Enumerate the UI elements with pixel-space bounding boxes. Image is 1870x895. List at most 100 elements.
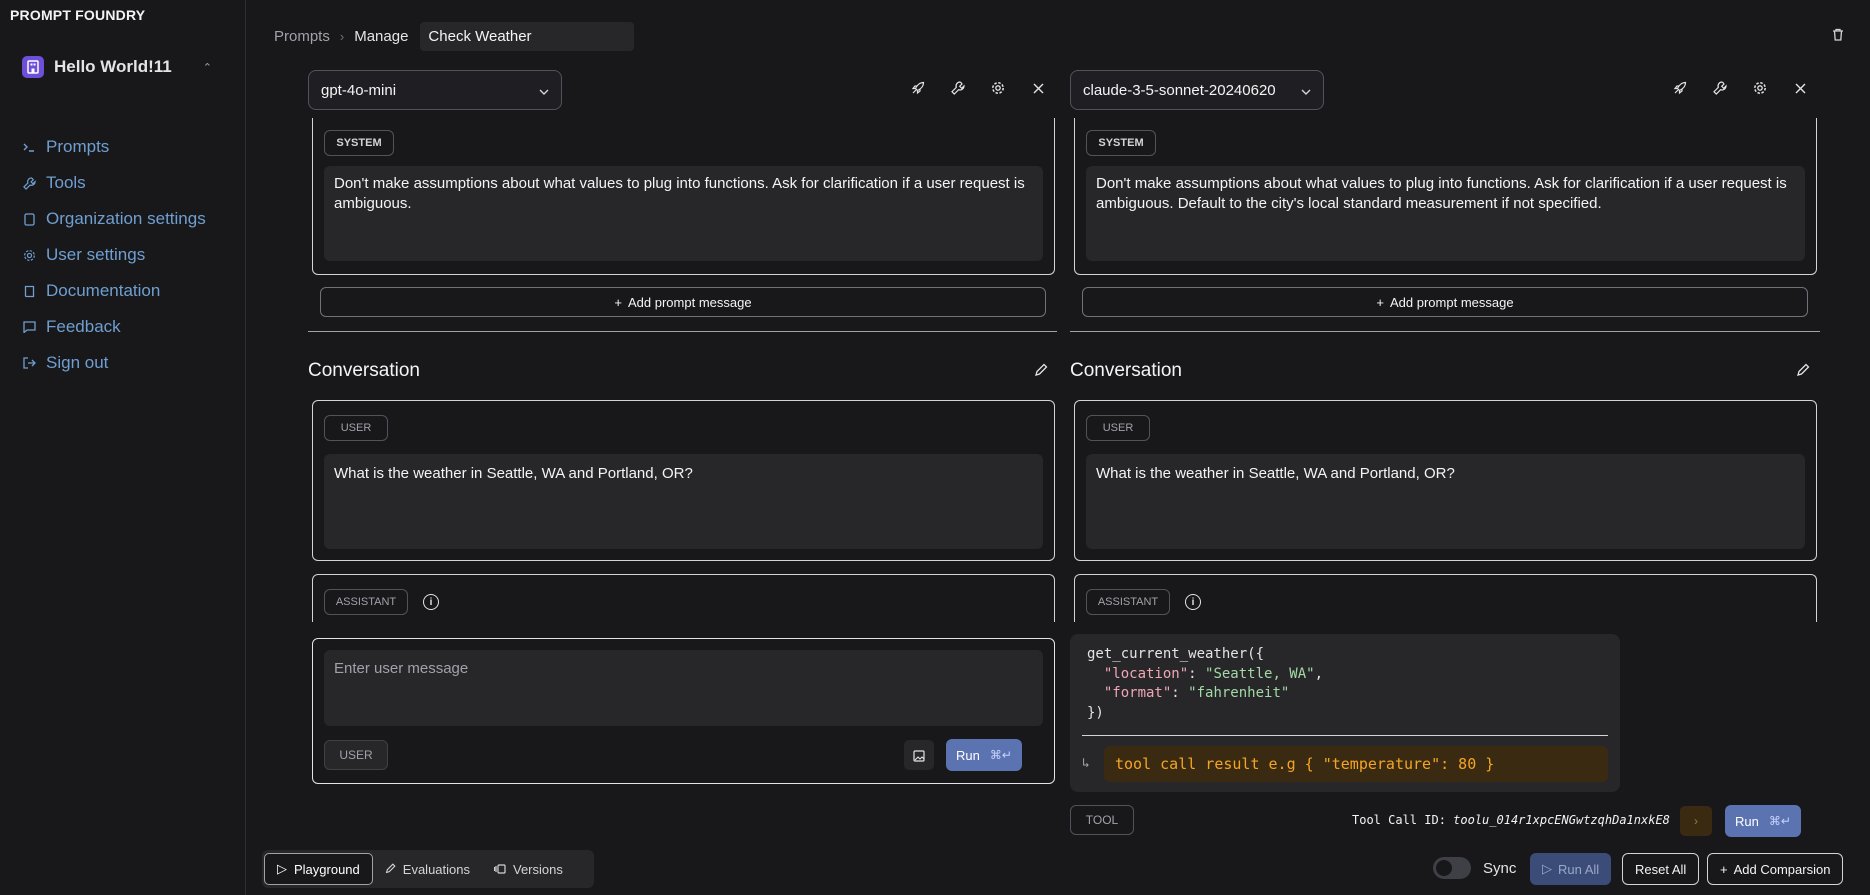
tab-versions[interactable]: Versions bbox=[482, 853, 575, 885]
arg-key: "location" bbox=[1103, 665, 1189, 682]
play-icon: ▷ bbox=[277, 861, 287, 876]
tool-call-id-value: toolu_014r1xpcENGwtzqhDa1nxkE8 bbox=[1453, 813, 1670, 827]
arg-value: "fahrenheit" bbox=[1188, 685, 1290, 701]
run-shortcut: ⌘↵ bbox=[1768, 814, 1791, 828]
toggle-switch[interactable] bbox=[1433, 857, 1471, 879]
sidebar-item-sign-out[interactable]: Sign out bbox=[22, 345, 206, 381]
conversation-title: Conversation bbox=[1070, 360, 1182, 381]
user-message-textarea[interactable]: What is the weather in Seattle, WA and P… bbox=[324, 454, 1043, 549]
run-button-right[interactable]: Run ⌘↵ bbox=[1725, 805, 1801, 837]
sidebar-item-label: Sign out bbox=[46, 353, 109, 372]
composer-role-user[interactable]: USER bbox=[324, 740, 388, 770]
close-icon[interactable] bbox=[1791, 78, 1809, 98]
plus-icon: + bbox=[1720, 861, 1728, 877]
role-badge-assistant[interactable]: ASSISTANT bbox=[1086, 589, 1170, 615]
sync-toggle[interactable]: Sync bbox=[1433, 857, 1516, 879]
tab-label: Playground bbox=[294, 861, 360, 877]
system-message-card-left: SYSTEM Don't make assumptions about what… bbox=[312, 118, 1055, 275]
role-badge-user[interactable]: USER bbox=[324, 415, 388, 441]
sidebar-item-organization-settings[interactable]: Organization settings bbox=[22, 201, 206, 237]
chevron-down-icon bbox=[539, 82, 549, 99]
role-badge-assistant[interactable]: ASSISTANT bbox=[324, 589, 408, 615]
model-select-right[interactable]: claude-3-5-sonnet-20240620 bbox=[1070, 70, 1324, 110]
user-message-card-right: USER What is the weather in Seattle, WA … bbox=[1074, 400, 1817, 561]
tab-label: Versions bbox=[513, 861, 563, 877]
image-upload-icon[interactable] bbox=[904, 740, 934, 770]
role-badge-user[interactable]: USER bbox=[1086, 415, 1150, 441]
sign-out-icon bbox=[22, 357, 36, 369]
run-all-button[interactable]: ▷ Run All bbox=[1530, 853, 1612, 885]
tab-playground[interactable]: ▷ Playground bbox=[264, 853, 373, 885]
assistant-message-card-right: ASSISTANT i bbox=[1074, 574, 1817, 622]
add-prompt-message-button[interactable]: + Add prompt message bbox=[320, 287, 1046, 317]
user-message-input[interactable]: Enter user message bbox=[324, 650, 1043, 726]
tool-result-input[interactable]: tool call result e.g { "temperature": 80… bbox=[1104, 746, 1608, 782]
pencil-icon[interactable] bbox=[1796, 363, 1810, 381]
tab-evaluations[interactable]: Evaluations bbox=[373, 853, 482, 885]
add-comparison-label: Add Comparsion bbox=[1733, 861, 1831, 877]
new-message-composer: Enter user message USER Run ⌘↵ bbox=[312, 638, 1055, 784]
wrench-icon[interactable] bbox=[1711, 78, 1729, 98]
message-icon bbox=[22, 321, 36, 333]
sidebar-item-feedback[interactable]: Feedback bbox=[22, 309, 206, 345]
arg-value: "Seattle, WA" bbox=[1205, 665, 1315, 682]
gear-icon[interactable] bbox=[1751, 78, 1769, 98]
reset-all-label: Reset All bbox=[1635, 861, 1687, 877]
breadcrumb-prompts-link[interactable]: Prompts bbox=[274, 28, 330, 45]
divider bbox=[1070, 331, 1820, 332]
tool-call-block: get_current_weather({ "location": "Seatt… bbox=[1070, 634, 1620, 792]
info-icon[interactable]: i bbox=[1185, 594, 1201, 610]
tool-call-id: Tool Call ID: toolu_014r1xpcENGwtzqhDa1n… bbox=[1352, 813, 1670, 827]
system-message-card-right: SYSTEM Don't make assumptions about what… bbox=[1074, 118, 1817, 275]
divider bbox=[308, 331, 1057, 332]
sidebar-item-label: Tools bbox=[46, 173, 86, 192]
close-icon[interactable] bbox=[1029, 78, 1047, 98]
sidebar-item-prompts[interactable]: Prompts bbox=[22, 129, 206, 165]
wrench-icon[interactable] bbox=[949, 78, 967, 98]
chevron-right-icon[interactable]: › bbox=[1680, 806, 1712, 836]
reset-all-button[interactable]: Reset All bbox=[1622, 853, 1700, 885]
breadcrumb: Prompts › Manage Check Weather bbox=[274, 22, 635, 51]
sidebar-item-label: Documentation bbox=[46, 281, 161, 300]
system-message-textarea[interactable]: Don't make assumptions about what values… bbox=[1086, 166, 1805, 261]
pencil-icon[interactable] bbox=[1034, 363, 1048, 381]
rocket-icon[interactable] bbox=[909, 78, 927, 98]
sidebar-item-label: User settings bbox=[46, 245, 146, 264]
pencil-icon bbox=[385, 862, 396, 877]
chevron-right-icon: › bbox=[339, 29, 345, 44]
role-badge-system[interactable]: SYSTEM bbox=[1086, 130, 1156, 156]
return-arrow-icon: ↳ bbox=[1082, 756, 1090, 771]
breadcrumb-current: Manage bbox=[354, 28, 409, 45]
building-icon bbox=[22, 212, 36, 226]
sidebar-item-documentation[interactable]: Documentation bbox=[22, 273, 206, 309]
trash-icon[interactable] bbox=[1832, 28, 1844, 45]
book-icon bbox=[22, 285, 36, 298]
bottom-tabs: ▷ Playground Evaluations Versions bbox=[262, 850, 594, 888]
run-all-label: Run All bbox=[1558, 861, 1600, 877]
terminal-icon bbox=[22, 142, 36, 152]
user-message-textarea[interactable]: What is the weather in Seattle, WA and P… bbox=[1086, 454, 1805, 549]
add-comparison-button[interactable]: + Add Comparsion bbox=[1707, 853, 1844, 885]
prompt-name-input[interactable]: Check Weather bbox=[420, 22, 635, 51]
panel-toolbar-left bbox=[909, 78, 1047, 98]
chevron-down-icon bbox=[1301, 82, 1311, 99]
info-icon[interactable]: i bbox=[423, 594, 439, 610]
wrench-icon bbox=[22, 176, 36, 190]
rocket-icon[interactable] bbox=[1671, 78, 1689, 98]
add-prompt-message-button[interactable]: + Add prompt message bbox=[1082, 287, 1808, 317]
panel-toolbar-right bbox=[1671, 78, 1809, 98]
arg-key: "format" bbox=[1103, 685, 1172, 701]
sidebar-item-user-settings[interactable]: User settings bbox=[22, 237, 206, 273]
workspace-switcher[interactable]: Hello World!11 ⌃ bbox=[22, 54, 212, 80]
sync-label: Sync bbox=[1483, 859, 1517, 877]
role-badge-system[interactable]: SYSTEM bbox=[324, 130, 394, 156]
gear-icon[interactable] bbox=[989, 78, 1007, 98]
sidebar-item-tools[interactable]: Tools bbox=[22, 165, 206, 201]
run-button-left[interactable]: Run ⌘↵ bbox=[946, 739, 1022, 771]
model-select-value: claude-3-5-sonnet-20240620 bbox=[1083, 81, 1276, 99]
model-select-value: gpt-4o-mini bbox=[321, 81, 397, 99]
brand-logo: PROMPT FOUNDRY bbox=[10, 7, 146, 23]
role-badge-tool[interactable]: TOOL bbox=[1070, 805, 1134, 835]
system-message-textarea[interactable]: Don't make assumptions about what values… bbox=[324, 166, 1043, 261]
model-select-left[interactable]: gpt-4o-mini bbox=[308, 70, 562, 110]
